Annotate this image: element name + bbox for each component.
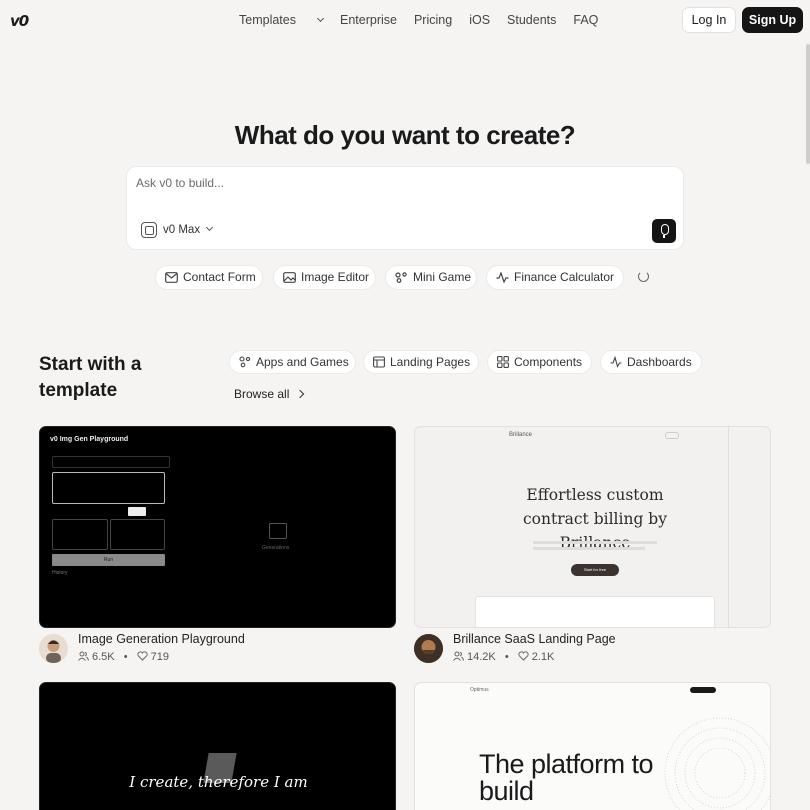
nav-ios[interactable]: iOS xyxy=(469,13,490,27)
template-card-brillance[interactable]: Brillance Effortless custom contract bil… xyxy=(414,426,771,628)
card-stats: 14.2K • 2.1K xyxy=(453,650,554,663)
card-stats: 6.5K • 719 xyxy=(78,650,169,663)
users-icon xyxy=(78,651,89,661)
likes-count: 719 xyxy=(150,651,169,663)
preview-option-b xyxy=(110,519,165,550)
preview-text: I create, therefore I am xyxy=(129,773,308,791)
hero-title: What do you want to create? xyxy=(234,120,576,150)
grid-icon xyxy=(497,356,509,368)
template-card-image-generation[interactable]: v0 Img Gen Playground Run History Genera… xyxy=(39,426,396,628)
card-title[interactable]: Image Generation Playground xyxy=(78,632,245,646)
preview-cta: Start for free xyxy=(571,564,619,576)
category-label: Dashboards xyxy=(627,355,692,369)
mic-button[interactable] xyxy=(652,219,676,243)
preview-chip xyxy=(128,507,146,516)
avatar[interactable] xyxy=(39,634,68,663)
category-label: Landing Pages xyxy=(390,355,471,369)
chip-contact-form[interactable]: Contact Form xyxy=(155,265,263,290)
refresh-icon[interactable] xyxy=(632,265,657,290)
avatar-image xyxy=(414,634,443,663)
model-icon xyxy=(141,222,157,238)
avatar[interactable] xyxy=(414,634,443,663)
login-button[interactable]: Log In xyxy=(682,7,736,33)
category-apps-and-games[interactable]: Apps and Games xyxy=(229,350,356,374)
preview-subtext-line xyxy=(533,541,657,544)
preview-run-button: Run xyxy=(52,554,165,566)
preview-prompt-field xyxy=(52,472,165,504)
users-count: 6.5K xyxy=(92,651,115,663)
signup-button[interactable]: Sign Up xyxy=(742,7,803,33)
chip-finance-calculator[interactable]: Finance Calculator xyxy=(486,265,624,290)
preview-dashboard xyxy=(475,596,715,627)
category-label: Apps and Games xyxy=(256,355,349,369)
chart-line-icon xyxy=(496,272,509,283)
preview-brand: Optimus xyxy=(470,687,489,693)
nav-faq[interactable]: FAQ xyxy=(573,13,598,27)
category-components[interactable]: Components xyxy=(487,350,592,374)
chip-label: Image Editor xyxy=(301,270,370,284)
preview-history-label: History xyxy=(52,570,68,576)
category-dashboards[interactable]: Dashboards xyxy=(600,350,702,374)
chart-line-icon xyxy=(610,356,622,368)
preview-headline: The platform to build xyxy=(479,749,654,806)
layout-icon xyxy=(373,356,385,368)
chip-label: Mini Game xyxy=(413,270,472,284)
preview-generations-label: Generations xyxy=(262,545,290,551)
preview-option-a xyxy=(52,519,108,550)
prompt-input[interactable] xyxy=(136,176,636,190)
avatar-image xyxy=(39,634,68,663)
chevron-down-icon xyxy=(206,223,214,231)
main-nav: Templates Enterprise Pricing iOS Student… xyxy=(239,13,615,27)
chip-image-editor[interactable]: Image Editor xyxy=(273,265,376,290)
preview-brand: Brillance xyxy=(509,432,533,438)
model-label: v0 Max xyxy=(163,224,201,236)
browse-all-link[interactable]: Browse all xyxy=(234,387,303,401)
mail-icon xyxy=(165,272,178,283)
nav-templates[interactable]: Templates xyxy=(239,13,325,27)
users-icon xyxy=(453,651,464,661)
game-icon xyxy=(239,356,251,368)
chevron-down-icon xyxy=(316,14,325,23)
nav-enterprise[interactable]: Enterprise xyxy=(340,13,397,27)
heart-icon xyxy=(137,651,148,661)
game-icon xyxy=(395,272,407,283)
template-card-dark[interactable]: I create, therefore I am xyxy=(39,682,396,810)
model-selector[interactable]: v0 Max xyxy=(141,222,214,238)
chip-label: Contact Form xyxy=(183,270,256,284)
v0-logo[interactable]: v0 xyxy=(10,12,29,30)
category-landing-pages[interactable]: Landing Pages xyxy=(363,350,479,374)
likes-count: 2.1K xyxy=(531,651,555,663)
template-card-platform[interactable]: Optimus The platform to build xyxy=(414,682,771,810)
preview-subtext-line xyxy=(533,547,645,550)
nav-templates-label: Templates xyxy=(239,13,296,27)
preview-headline: Effortless custom contract billing by Br… xyxy=(523,486,667,552)
separator-dot: • xyxy=(123,651,128,663)
preview-nav-button xyxy=(665,432,679,439)
preview-divider xyxy=(728,427,729,627)
heart-icon xyxy=(518,651,529,661)
prompt-box: v0 Max xyxy=(126,166,684,250)
chip-mini-game[interactable]: Mini Game xyxy=(385,265,477,290)
image-icon xyxy=(269,523,287,539)
preview-heading: v0 Img Gen Playground xyxy=(50,436,129,443)
preview-toolbar xyxy=(52,456,170,468)
users-count: 14.2K xyxy=(467,651,496,663)
nav-students[interactable]: Students xyxy=(507,13,556,27)
category-label: Components xyxy=(514,355,583,369)
section-title: Start with a template xyxy=(39,354,142,401)
top-bar: v0 Templates Enterprise Pricing iOS Stud… xyxy=(0,0,810,40)
separator-dot: • xyxy=(504,651,509,663)
nav-pricing[interactable]: Pricing xyxy=(414,13,452,27)
chip-label: Finance Calculator xyxy=(514,270,615,284)
card-title[interactable]: Brillance SaaS Landing Page xyxy=(453,632,616,646)
image-icon xyxy=(283,272,296,283)
